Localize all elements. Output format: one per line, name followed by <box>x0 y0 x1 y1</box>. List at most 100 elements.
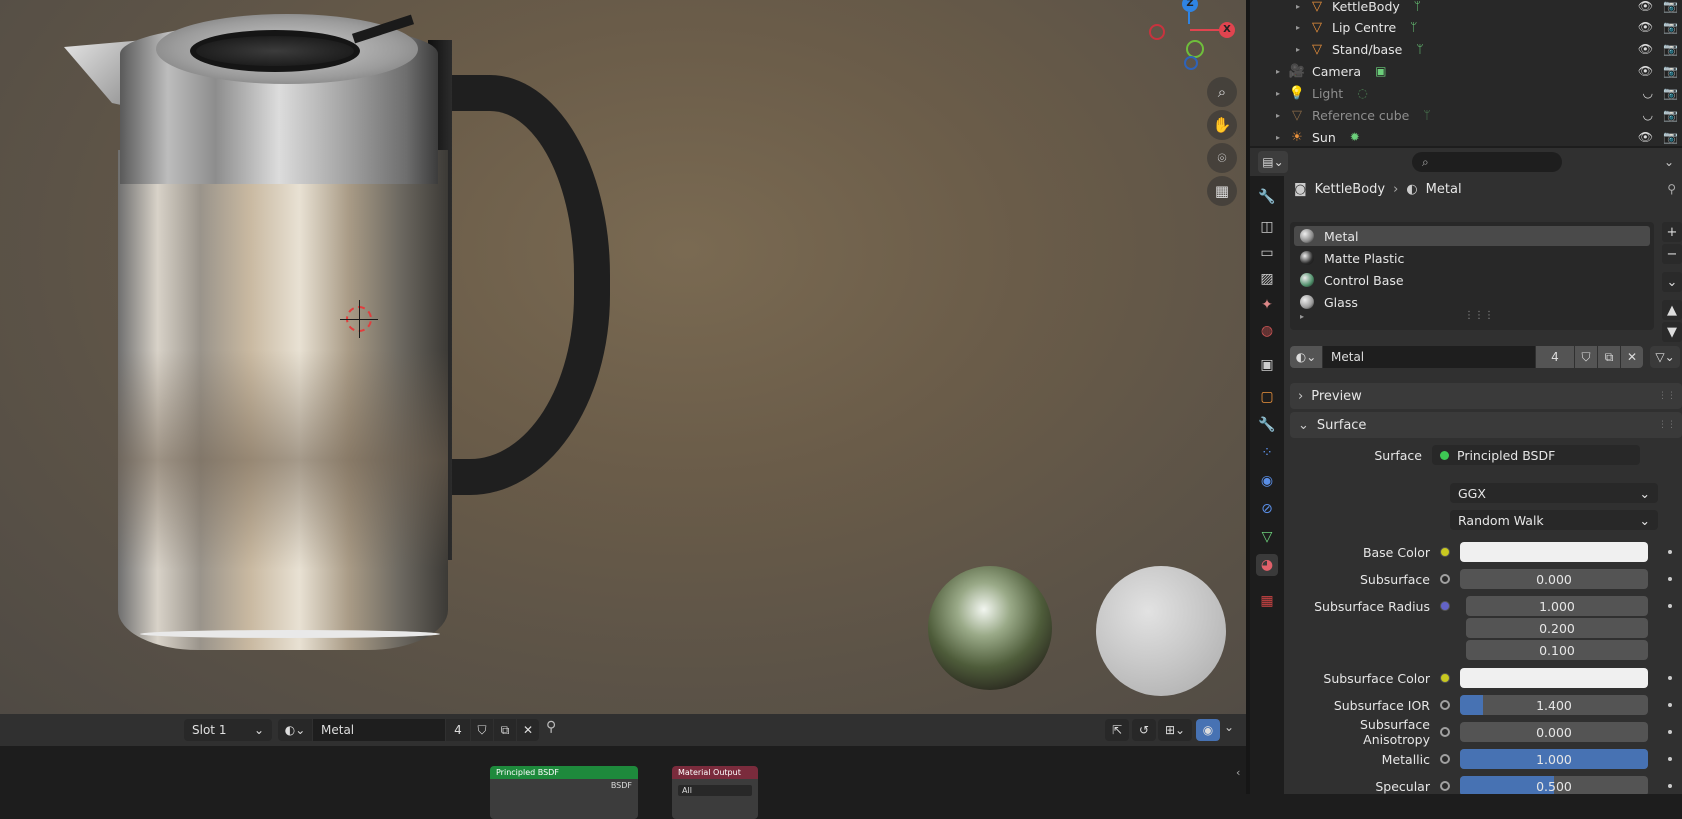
hand-icon[interactable]: ✋ <box>1207 110 1237 140</box>
3d-viewport[interactable]: Z X ⌕ ✋ ⌾ ▦ <box>0 0 1246 714</box>
gizmo-neg-x-axis[interactable] <box>1149 24 1165 40</box>
output-target-dropdown[interactable]: All <box>678 785 752 796</box>
zoom-icon[interactable]: ⌕ <box>1207 77 1237 107</box>
preview-panel-header[interactable]: › Preview ⋮⋮ <box>1290 383 1682 409</box>
fake-user-shield-icon[interactable]: ⛉ <box>471 719 493 741</box>
physics-tab-icon[interactable]: ◉ <box>1256 470 1278 492</box>
eye-closed-icon[interactable]: ◡ <box>1643 108 1653 122</box>
material-slot-list[interactable]: Metal Matte Plastic Control Base Glass ▸ ⋮⋮… <box>1290 222 1654 330</box>
keyframe-dot-icon[interactable] <box>1668 730 1672 734</box>
camera-render-icon[interactable]: 📷 <box>1663 86 1678 100</box>
gizmo-x-axis[interactable]: X <box>1219 22 1235 38</box>
object-data-icon[interactable]: ᛘ <box>1416 42 1423 56</box>
outliner-row[interactable]: ▸ 🎥 Camera ▣ 👁 📷 <box>1250 60 1682 82</box>
material-name-field[interactable]: Metal <box>313 719 445 741</box>
input-socket-icon[interactable] <box>1440 574 1450 584</box>
eye-icon[interactable]: 👁 <box>1638 64 1653 78</box>
add-material-slot-icon[interactable]: + <box>1662 222 1682 242</box>
unlink-material-icon[interactable]: ✕ <box>517 719 539 741</box>
drag-handle-icon[interactable]: ⋮⋮ <box>1658 391 1676 401</box>
list-resize-handle[interactable]: ⋮⋮⋮ <box>1464 310 1494 321</box>
distribution-dropdown[interactable]: GGX ⌄ <box>1450 483 1658 503</box>
camera-render-icon[interactable]: 📷 <box>1663 130 1678 144</box>
object-data-icon[interactable]: ✹ <box>1350 130 1360 144</box>
tool-tab-icon[interactable]: 🔧 <box>1256 186 1278 208</box>
keyframe-dot-icon[interactable] <box>1668 604 1672 608</box>
fake-user-shield-icon[interactable]: ⛉ <box>1575 346 1597 368</box>
link-mode-dropdown-icon[interactable]: ▽⌄ <box>1650 346 1680 368</box>
move-slot-down-icon[interactable]: ▼ <box>1662 322 1682 342</box>
outliner-row[interactable]: ▸ ▽ Reference cube ᛘ ◡ 📷 <box>1250 104 1682 126</box>
material-browse-button[interactable]: ◐⌄ <box>1290 346 1322 368</box>
expand-arrow-icon[interactable]: ▸ <box>1250 2 1300 11</box>
outliner-row[interactable]: ▸ ☀ Sun ✹ 👁 📷 <box>1250 126 1682 148</box>
material-name-field[interactable]: Metal <box>1323 346 1535 368</box>
outliner-item-name[interactable]: Light <box>1312 86 1343 101</box>
snap-icon[interactable]: ↺ <box>1132 719 1156 741</box>
texture-tab-icon[interactable]: ▦ <box>1256 590 1278 612</box>
modifiers-tab-icon[interactable]: 🔧 <box>1256 414 1278 436</box>
camera-render-icon[interactable]: 📷 <box>1663 64 1678 78</box>
input-socket-icon[interactable] <box>1440 727 1450 737</box>
grid-icon[interactable]: ▦ <box>1207 176 1237 206</box>
constraints-tab-icon[interactable]: ⊘ <box>1256 498 1278 520</box>
keyframe-dot-icon[interactable] <box>1668 577 1672 581</box>
camera-render-icon[interactable]: 📷 <box>1663 0 1678 13</box>
eye-closed-icon[interactable]: ◡ <box>1643 86 1653 100</box>
input-socket-icon[interactable] <box>1440 673 1450 683</box>
input-socket-icon[interactable] <box>1440 781 1450 791</box>
output-tab-icon[interactable]: ▭ <box>1256 242 1278 264</box>
gizmo-neg-z-axis[interactable] <box>1184 56 1198 70</box>
material-browse-button[interactable]: ◐⌄ <box>278 719 312 741</box>
keyframe-dot-icon[interactable] <box>1668 784 1672 788</box>
eye-icon[interactable]: 👁 <box>1638 42 1653 56</box>
material-specials-chevron-icon[interactable]: ⌄ <box>1662 272 1682 292</box>
subsurface-method-dropdown[interactable]: Random Walk ⌄ <box>1450 510 1658 530</box>
expand-arrow-icon[interactable]: ▸ <box>1250 133 1280 142</box>
parent-node-tree-icon[interactable]: ⇱ <box>1105 719 1129 741</box>
camera-render-icon[interactable]: 📷 <box>1663 42 1678 56</box>
slot-dropdown[interactable]: Slot 1 ⌄ <box>184 719 272 741</box>
expand-arrow-icon[interactable]: ▸ <box>1250 67 1280 76</box>
keyframe-dot-icon[interactable] <box>1668 703 1672 707</box>
subsurface-radius-field[interactable]: 0.100 <box>1466 640 1648 660</box>
expand-arrow-icon[interactable]: ▸ <box>1250 45 1300 54</box>
sidebar-toggle-chevron-icon[interactable]: ‹ <box>1236 766 1240 779</box>
eye-icon[interactable]: 👁 <box>1638 130 1653 144</box>
move-slot-up-icon[interactable]: ▲ <box>1662 300 1682 320</box>
input-socket-icon[interactable] <box>1440 547 1450 557</box>
expand-arrow-icon[interactable]: ▸ <box>1250 111 1280 120</box>
outliner-row[interactable]: ▸ 💡 Light ◌ ◡ 📷 <box>1250 82 1682 104</box>
render-tab-icon[interactable]: ◫ <box>1256 216 1278 238</box>
outliner-row[interactable]: ▸ ▽ Stand/base ᛘ 👁 📷 <box>1250 38 1682 60</box>
outliner-item-name[interactable]: Reference cube <box>1312 108 1409 123</box>
keyframe-dot-icon[interactable] <box>1668 550 1672 554</box>
eye-icon[interactable]: 👁 <box>1638 20 1653 34</box>
number-slider[interactable]: 0.500 <box>1460 776 1648 794</box>
vector-socket-icon[interactable] <box>1440 601 1450 611</box>
keyframe-dot-icon[interactable] <box>1668 676 1672 680</box>
outliner-row[interactable]: ▸ ▽ KettleBody ᛘ 👁 📷 <box>1250 0 1682 17</box>
number-slider[interactable]: 1.000 <box>1460 749 1648 769</box>
remove-material-slot-icon[interactable]: − <box>1662 244 1682 264</box>
world-tab-icon[interactable]: ◍ <box>1256 320 1278 342</box>
outliner-item-name[interactable]: Sun <box>1312 130 1336 145</box>
subsurface-radius-field[interactable]: 0.200 <box>1466 618 1648 638</box>
material-slot-item[interactable]: Control Base <box>1294 270 1650 290</box>
number-slider[interactable]: 0.000 <box>1460 569 1648 589</box>
camera-icon[interactable]: ⌾ <box>1207 143 1237 173</box>
object-tab-icon[interactable]: ▢ <box>1256 386 1278 408</box>
drag-handle-icon[interactable]: ⋮⋮ <box>1658 420 1676 430</box>
data-tab-icon[interactable]: ▽ <box>1256 526 1278 548</box>
object-data-icon[interactable]: ᛘ <box>1414 0 1421 13</box>
expand-list-arrow-icon[interactable]: ▸ <box>1300 312 1304 321</box>
outliner-item-name[interactable]: KettleBody <box>1332 0 1400 14</box>
material-slot-item[interactable]: Metal <box>1294 226 1650 246</box>
camera-render-icon[interactable]: 📷 <box>1663 108 1678 122</box>
keyframe-dot-icon[interactable] <box>1668 757 1672 761</box>
object-data-icon[interactable]: ᛘ <box>1423 108 1430 122</box>
duplicate-material-icon[interactable]: ⧉ <box>494 719 516 741</box>
material-output-node-header[interactable]: Material Output <box>672 766 758 779</box>
object-data-icon[interactable]: ▣ <box>1375 64 1386 78</box>
principled-bsdf-node-header[interactable]: Principled BSDF <box>490 766 638 779</box>
